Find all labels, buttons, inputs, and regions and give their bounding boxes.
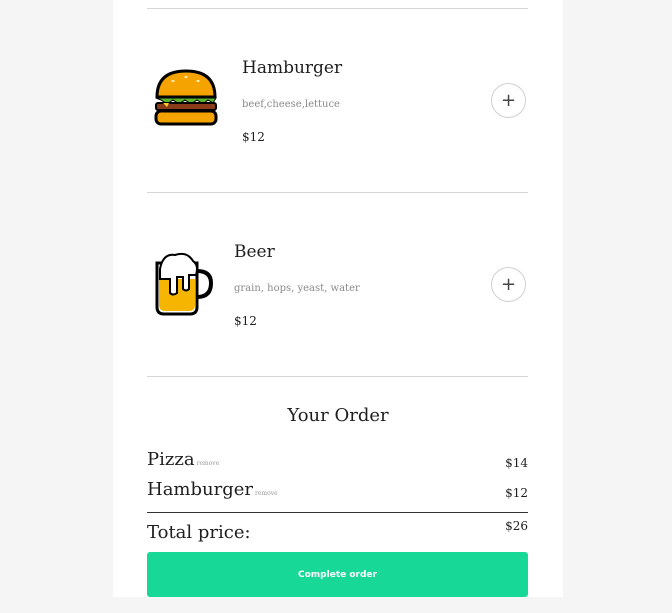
item-ingredients: grain, hops, yeast, water [234, 283, 360, 294]
divider [147, 8, 528, 9]
item-ingredients: beef,cheese,lettuce [242, 99, 340, 110]
add-beer-button[interactable]: + [491, 267, 526, 302]
total-label: Total price: [147, 522, 251, 543]
remove-link[interactable]: remove [197, 460, 220, 467]
divider [147, 376, 528, 377]
order-title: Your Order [287, 405, 389, 426]
total-divider [147, 512, 528, 513]
total-value: $26 [505, 519, 528, 533]
complete-order-button[interactable]: Complete order [147, 552, 528, 597]
menu-panel: Hamburger beef,cheese,lettuce $12 + Beer… [113, 0, 563, 597]
order-item-price: $12 [505, 486, 528, 500]
order-item-name: Hamburger [147, 479, 253, 500]
hamburger-icon [154, 69, 218, 126]
item-price: $12 [234, 314, 257, 328]
plus-icon: + [500, 273, 517, 295]
item-name: Beer [234, 242, 275, 262]
item-name: Hamburger [242, 58, 343, 78]
order-line: Pizza remove $14 [147, 448, 528, 470]
order-item-name: Pizza [147, 449, 195, 470]
item-price: $12 [242, 130, 265, 144]
divider [147, 192, 528, 193]
beer-icon [155, 252, 214, 316]
plus-icon: + [500, 89, 517, 111]
remove-link[interactable]: remove [255, 490, 278, 497]
add-hamburger-button[interactable]: + [491, 83, 526, 118]
order-line: Hamburger remove $12 [147, 478, 528, 500]
order-item-price: $14 [505, 456, 528, 470]
